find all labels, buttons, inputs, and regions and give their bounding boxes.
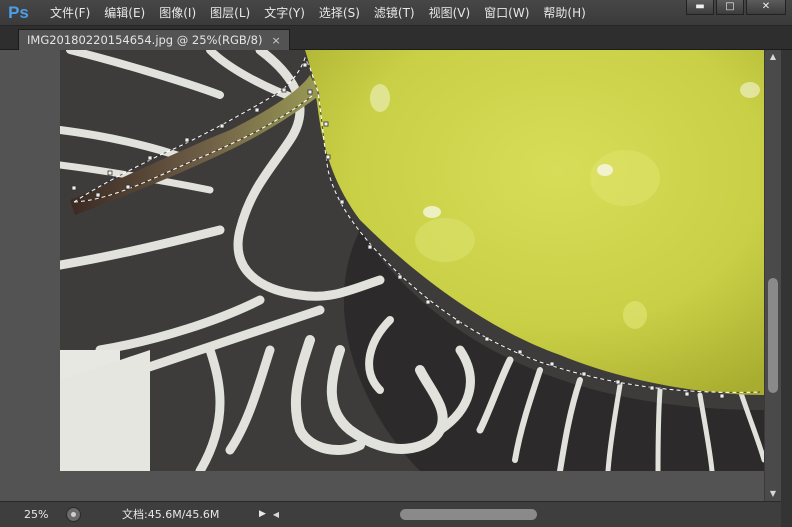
menu-file[interactable]: 文件(F) bbox=[43, 0, 97, 26]
menu-select[interactable]: 选择(S) bbox=[312, 0, 367, 26]
horizontal-scroll-thumb[interactable] bbox=[400, 509, 537, 520]
scroll-left-icon[interactable]: ◀ bbox=[270, 508, 282, 522]
status-bar: 25% 文档:45.6M/45.6M ▶ ◀ bbox=[0, 501, 781, 527]
window-controls: ▬ □ ✕ bbox=[686, 0, 786, 15]
photoshop-logo-icon[interactable]: Ps bbox=[4, 2, 33, 24]
canvas-image bbox=[60, 50, 764, 471]
scroll-down-icon[interactable]: ▼ bbox=[765, 487, 781, 501]
document-tab-strip: IMG20180220154654.jpg @ 25%(RGB/8) × bbox=[0, 26, 792, 50]
menu-filter[interactable]: 滤镜(T) bbox=[367, 0, 422, 26]
document-tab[interactable]: IMG20180220154654.jpg @ 25%(RGB/8) × bbox=[18, 29, 290, 50]
status-menu-arrow-icon[interactable]: ▶ bbox=[256, 506, 269, 523]
document-tab-title: IMG20180220154654.jpg @ 25%(RGB/8) bbox=[27, 33, 263, 47]
menu-window[interactable]: 窗口(W) bbox=[477, 0, 536, 26]
menu-bar: Ps 文件(F) 编辑(E) 图像(I) 图层(L) 文字(Y) 选择(S) 滤… bbox=[0, 0, 792, 26]
vertical-scroll-thumb[interactable] bbox=[768, 278, 778, 393]
close-window-button[interactable]: ✕ bbox=[746, 0, 786, 15]
menu-view[interactable]: 视图(V) bbox=[422, 0, 478, 26]
scroll-up-icon[interactable]: ▲ bbox=[765, 50, 781, 64]
document-size-info: 文档:45.6M/45.6M bbox=[122, 508, 220, 521]
menu-help[interactable]: 帮助(H) bbox=[536, 0, 592, 26]
zoom-level-field[interactable]: 25% bbox=[4, 506, 60, 523]
menu-type[interactable]: 文字(Y) bbox=[257, 0, 312, 26]
menu-layer[interactable]: 图层(L) bbox=[203, 0, 257, 26]
status-info-icon[interactable] bbox=[66, 507, 81, 522]
horizontal-scrollbar[interactable]: ◀ bbox=[270, 502, 781, 527]
menu-edit[interactable]: 编辑(E) bbox=[97, 0, 152, 26]
menu-items: 文件(F) 编辑(E) 图像(I) 图层(L) 文字(Y) 选择(S) 滤镜(T… bbox=[43, 0, 593, 26]
vertical-scrollbar[interactable]: ▲ ▼ bbox=[764, 50, 781, 501]
tab-close-icon[interactable]: × bbox=[271, 34, 280, 47]
panel-edge bbox=[781, 50, 792, 527]
minimize-button[interactable]: ▬ bbox=[686, 0, 714, 15]
menu-image[interactable]: 图像(I) bbox=[152, 0, 203, 26]
maximize-button[interactable]: □ bbox=[716, 0, 744, 15]
image-canvas[interactable] bbox=[60, 50, 764, 471]
